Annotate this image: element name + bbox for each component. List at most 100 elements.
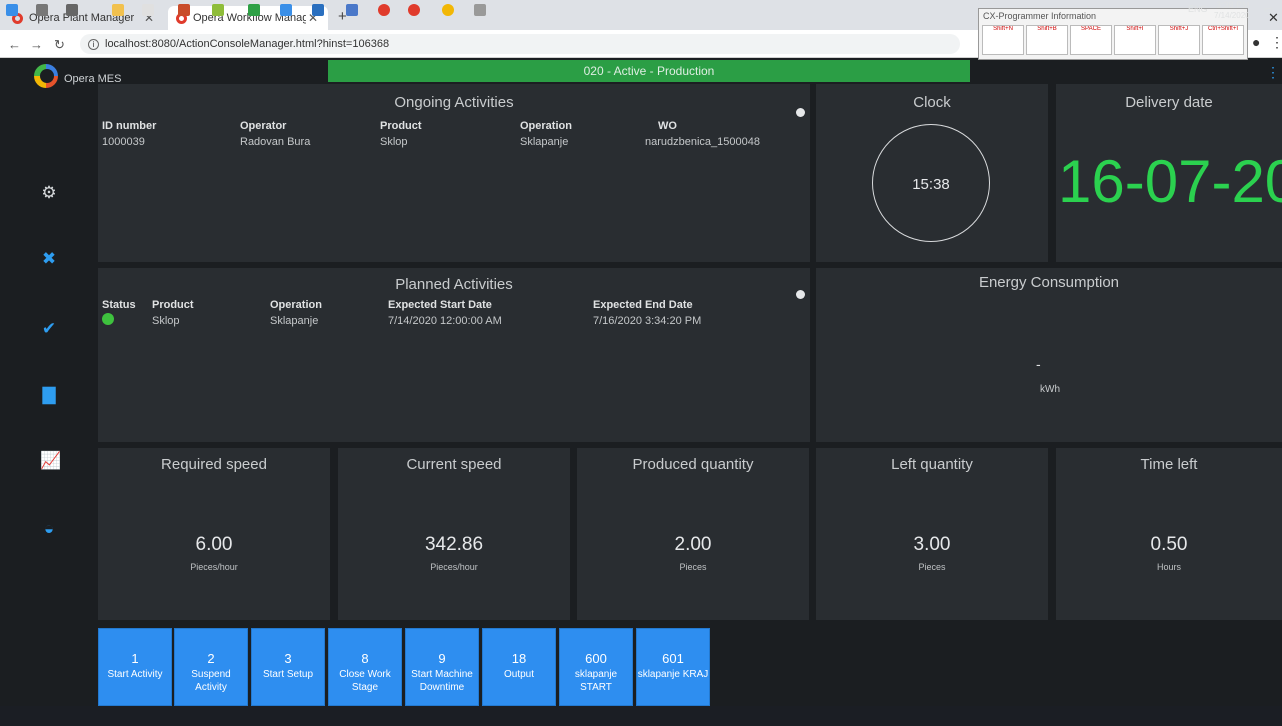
kpi-panel-time-left: Time left 0.50 Hours xyxy=(1056,448,1282,620)
energy-value: - xyxy=(1036,356,1041,372)
cx-cell[interactable]: Shift+B xyxy=(1026,25,1068,55)
gauge-icon[interactable]: ◒ xyxy=(40,520,58,538)
col-header: Status xyxy=(102,299,136,311)
delivery-date-value: 16-07-20 xyxy=(1058,148,1282,215)
browser-tab-plant-manager[interactable]: Opera Plant Manager ✕ xyxy=(4,6,164,30)
table-cell[interactable]: Sklop xyxy=(152,315,180,327)
profile-icon[interactable]: ● xyxy=(1252,34,1260,50)
kpi-value: 342.86 xyxy=(424,534,484,555)
cx-cell[interactable]: Shift+I xyxy=(1114,25,1156,55)
kpi-unit: Pieces xyxy=(918,562,946,572)
collapse-icon[interactable] xyxy=(796,290,805,299)
col-header: WO xyxy=(658,120,677,132)
url-input[interactable]: i localhost:8080/ActionConsoleManager.ht… xyxy=(80,34,960,54)
terminal-icon[interactable] xyxy=(474,4,486,16)
table-cell[interactable]: 1000039 xyxy=(102,136,145,148)
opera-icon[interactable] xyxy=(408,4,420,16)
kpi-panel-left-quantity: Left quantity 3.00 Pieces xyxy=(816,448,1048,620)
tools-icon[interactable]: ✖ xyxy=(40,250,58,268)
table-cell[interactable]: 7/16/2020 3:34:20 PM xyxy=(593,315,701,327)
file-explorer-icon[interactable] xyxy=(112,4,124,16)
table-cell[interactable]: narudzbenica_1500048 xyxy=(645,136,760,148)
back-icon[interactable]: ← xyxy=(8,37,21,52)
cx-cell[interactable]: Shift+J xyxy=(1158,25,1200,55)
energy-panel: Energy Consumption xyxy=(816,268,1282,442)
chart-icon[interactable]: 📈 xyxy=(40,452,61,470)
kpi-panel-required-speed: Required speed 6.00 Pieces/hour xyxy=(98,448,330,620)
browser-menu-icon[interactable]: ⋮ xyxy=(1270,34,1282,51)
col-header: Operation xyxy=(270,299,322,311)
ongoing-activities-panel: Ongoing Activities xyxy=(98,84,810,262)
sklapanje-kraj-button[interactable]: 601 sklapanje KRAJ xyxy=(636,628,710,706)
col-header: Product xyxy=(380,120,422,132)
gear-icon[interactable]: ⚙ xyxy=(40,184,58,202)
notifications-icon[interactable]: ▭ xyxy=(1264,4,1273,15)
action-number: 9 xyxy=(438,651,446,666)
panel-title: Energy Consumption xyxy=(978,274,1120,291)
action-number: 18 xyxy=(511,651,527,666)
language-indicator[interactable]: ENG xyxy=(1188,4,1208,14)
info-icon[interactable]: i xyxy=(88,38,99,50)
taskbar-date[interactable]: 7/14/2020 xyxy=(1214,11,1250,20)
kpi-title: Current speed xyxy=(406,456,502,473)
kpi-title: Required speed xyxy=(161,456,267,473)
action-number: 2 xyxy=(207,651,215,666)
cx-cell[interactable]: Shift+N xyxy=(982,25,1024,55)
cx-cell[interactable]: SPACE xyxy=(1070,25,1112,55)
kpi-unit: Hours xyxy=(1156,562,1181,572)
opera-icon[interactable] xyxy=(378,4,390,16)
status-bar: 020 - Active - Production xyxy=(328,60,970,82)
app-menu-icon[interactable]: ⋮ xyxy=(1266,64,1280,81)
reload-icon[interactable]: ↻ xyxy=(54,37,65,53)
box-icon[interactable]: ▇ xyxy=(40,386,58,404)
app-icon[interactable] xyxy=(280,4,292,16)
cx-programmer-icon[interactable] xyxy=(178,4,190,16)
app-icon[interactable] xyxy=(248,4,260,16)
action-number: 3 xyxy=(284,651,292,666)
kpi-unit: Pieces/hour xyxy=(190,562,238,572)
suspend-activity-button[interactable]: 2 Suspend Activity xyxy=(174,628,248,706)
output-button[interactable]: 18 Output xyxy=(482,628,556,706)
search-icon[interactable] xyxy=(36,4,48,16)
action-label: sklapanje START xyxy=(574,669,618,693)
start-activity-button[interactable]: 1 Start Activity xyxy=(98,628,172,706)
table-cell[interactable]: Sklop xyxy=(380,136,408,148)
clock-time: 15:38 xyxy=(912,176,950,193)
status-dot xyxy=(102,313,114,325)
table-cell[interactable]: Sklapanje xyxy=(270,315,318,327)
panel-title: Planned Activities xyxy=(395,276,513,293)
close-work-stage-button[interactable]: 8 Close Work Stage xyxy=(328,628,402,706)
app-icon[interactable] xyxy=(346,4,358,16)
collapse-icon[interactable] xyxy=(796,108,805,117)
windows-start-icon[interactable] xyxy=(6,4,18,16)
col-header: ID number xyxy=(102,120,157,132)
cx-cell[interactable]: Ctrl+Shift+I xyxy=(1202,25,1244,55)
check-circle-icon[interactable]: ✔ xyxy=(40,320,58,338)
forward-icon[interactable]: → xyxy=(30,37,43,52)
kpi-value: 2.00 xyxy=(674,534,712,555)
start-setup-button[interactable]: 3 Start Setup xyxy=(251,628,325,706)
app-icon[interactable] xyxy=(312,4,324,16)
chrome-icon[interactable] xyxy=(442,4,454,16)
sklapanje-start-button[interactable]: 600 sklapanje START xyxy=(559,628,633,706)
action-number: 1 xyxy=(131,651,139,666)
table-cell[interactable]: Radovan Bura xyxy=(240,136,310,148)
taskbar-time[interactable]: 3:38 PM xyxy=(1216,0,1250,10)
kpi-value: 0.50 xyxy=(1150,534,1188,555)
table-cell[interactable]: 7/14/2020 12:00:00 AM xyxy=(388,315,502,327)
action-label: Start Machine Downtime xyxy=(411,669,473,693)
action-label: Start Setup xyxy=(262,669,314,680)
url-text: localhost:8080/ActionConsoleManager.html… xyxy=(105,38,390,50)
task-view-icon[interactable] xyxy=(66,4,78,16)
kpi-value: 6.00 xyxy=(195,534,233,555)
action-number: 8 xyxy=(361,651,369,666)
start-machine-downtime-button[interactable]: 9 Start Machine Downtime xyxy=(405,628,479,706)
col-header: Operator xyxy=(240,120,287,132)
panel-title: Clock xyxy=(913,94,951,111)
app-icon[interactable] xyxy=(212,4,224,16)
document-icon[interactable] xyxy=(142,4,154,16)
col-header: Expected End Date xyxy=(593,299,693,311)
table-cell[interactable]: Sklapanje xyxy=(520,136,568,148)
action-label: Close Work Stage xyxy=(339,669,391,693)
kpi-value: 3.00 xyxy=(913,534,951,555)
